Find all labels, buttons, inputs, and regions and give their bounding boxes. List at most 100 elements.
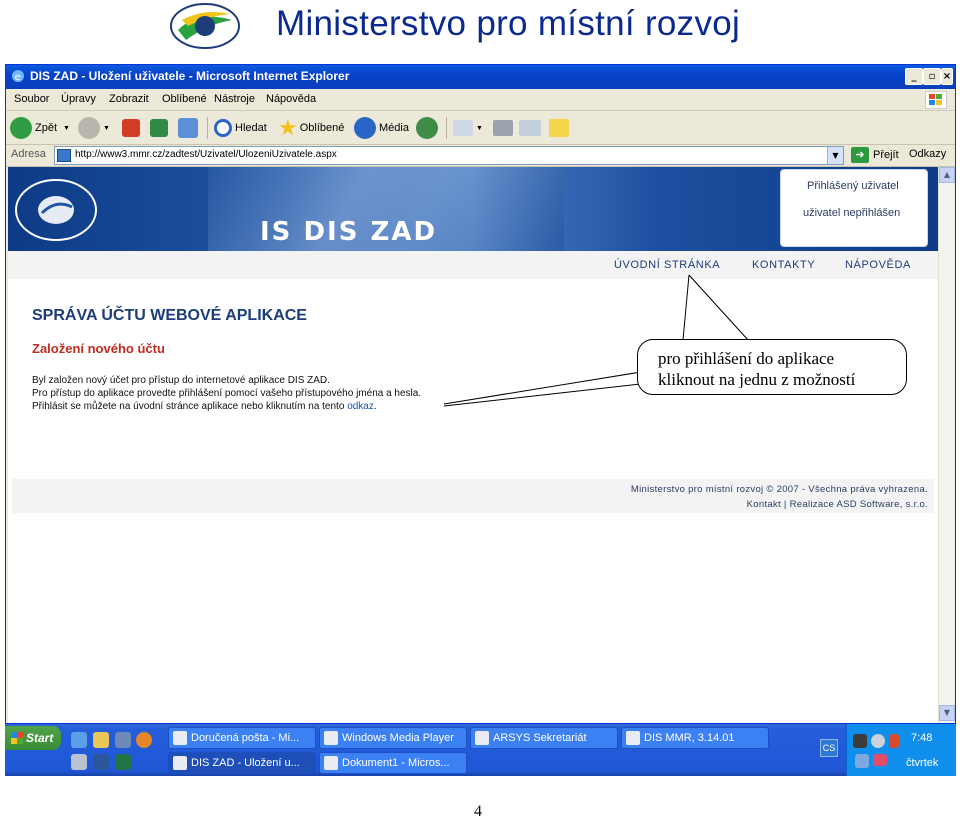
search-label: Hledat: [235, 122, 267, 134]
quicklaunch-ie-icon[interactable]: [71, 732, 87, 748]
annotation-callout: pro přihlášení do aplikace kliknout na j…: [637, 339, 907, 395]
tray-antivirus-icon[interactable]: [889, 734, 899, 748]
document-title: Ministerstvo pro místní rozvoj: [276, 4, 741, 43]
back-button[interactable]: Zpět ▼: [10, 116, 70, 140]
address-bar: Adresa http://www3.mmr.cz/zadtest/Uzivat…: [6, 145, 955, 167]
nav-contacts-link[interactable]: KONTAKTY: [752, 259, 815, 271]
word-icon: [324, 756, 338, 770]
menu-tools[interactable]: Nástroje: [214, 93, 255, 105]
home-icon: [178, 118, 198, 138]
ministry-logo: [170, 3, 240, 49]
search-button[interactable]: Hledat: [214, 116, 267, 140]
page-footer: Ministerstvo pro místní rozvoj © 2007 - …: [12, 479, 934, 513]
close-button[interactable]: ×: [941, 68, 953, 85]
minimize-button[interactable]: _: [905, 68, 923, 85]
links-button[interactable]: Odkazy: [909, 148, 946, 160]
ministry-seal-icon: [15, 179, 97, 241]
scroll-down-icon[interactable]: ▼: [939, 705, 955, 721]
search-icon: [214, 119, 232, 137]
go-label: Přejít: [873, 149, 899, 161]
page-viewport: IS DIS ZAD Přihlášený uživatel uživatel …: [8, 167, 938, 723]
home-button[interactable]: [178, 116, 201, 140]
print-button[interactable]: [493, 116, 516, 140]
dis-mmr-icon: [626, 731, 640, 745]
chevron-down-icon[interactable]: ▼: [827, 147, 843, 164]
media-button[interactable]: Média: [354, 116, 409, 140]
banner-title: IS DIS ZAD: [260, 217, 438, 247]
menu-view[interactable]: Zobrazit: [109, 93, 149, 105]
window-titlebar[interactable]: e DIS ZAD - Uložení uživatele - Microsof…: [6, 65, 955, 89]
callout-line-2: kliknout na jednu z možností: [658, 370, 856, 388]
quicklaunch-word-icon[interactable]: [93, 754, 109, 770]
go-button[interactable]: ➔ Přejít: [851, 147, 899, 163]
user-box: Přihlášený uživatel uživatel nepřihlášen: [780, 169, 928, 247]
page-subheading: Založení nového účtu: [32, 341, 165, 356]
quicklaunch-folder-icon[interactable]: [93, 732, 109, 748]
go-arrow-icon: ➔: [851, 147, 869, 163]
task-dis-mmr[interactable]: DIS MMR, 3.14.01: [621, 727, 769, 749]
start-label: Start: [26, 731, 54, 745]
svg-text:e: e: [15, 72, 21, 83]
address-label: Adresa: [11, 148, 46, 160]
start-button[interactable]: Start: [5, 726, 61, 750]
quicklaunch-doc-icon[interactable]: [71, 754, 87, 770]
quicklaunch-media-icon[interactable]: [136, 732, 152, 748]
address-input[interactable]: http://www3.mmr.cz/zadtest/Uzivatel/Uloz…: [54, 146, 844, 165]
edit-icon: [519, 120, 541, 136]
mail-button[interactable]: ▼: [453, 116, 483, 140]
messenger-button[interactable]: [549, 116, 572, 140]
note-icon: [549, 119, 569, 137]
media-player-icon: [324, 731, 338, 745]
task-outlook[interactable]: Doručená pošta - Mi...: [168, 727, 316, 749]
nav-help-link[interactable]: NÁPOVĚDA: [845, 259, 911, 271]
refresh-icon: [150, 119, 168, 137]
page-heading: SPRÁVA ÚČTU WEBOVÉ APLIKACE: [32, 307, 307, 324]
tray-device-icon[interactable]: [853, 734, 867, 748]
history-button[interactable]: [416, 116, 441, 140]
site-banner: IS DIS ZAD Přihlášený uživatel uživatel …: [8, 167, 938, 251]
mail-icon: [453, 120, 473, 136]
tray-network-icon[interactable]: [871, 734, 885, 748]
tray-speaker-icon[interactable]: [855, 754, 869, 768]
favorites-button[interactable]: ★ Oblíbené: [278, 115, 345, 140]
forward-button[interactable]: ▼: [78, 116, 110, 140]
printer-icon: [493, 120, 513, 136]
task-dis-zad[interactable]: DIS ZAD - Uložení u...: [168, 752, 316, 774]
scroll-up-icon[interactable]: ▲: [939, 167, 955, 183]
star-icon: ★: [278, 115, 298, 140]
task-word-document[interactable]: Dokument1 - Micros...: [319, 752, 467, 774]
menu-edit[interactable]: Úpravy: [61, 93, 96, 105]
menu-file[interactable]: Soubor: [14, 93, 49, 105]
back-arrow-icon: [10, 117, 32, 139]
maximize-button[interactable]: ▫: [923, 68, 941, 85]
task-arsys[interactable]: ARSYS Sekretariát: [470, 727, 618, 749]
menu-favorites[interactable]: Oblíbené: [162, 93, 207, 105]
edit-button[interactable]: [519, 116, 544, 140]
media-label: Média: [379, 122, 409, 134]
menu-bar: Soubor Úpravy Zobrazit Oblíbené Nástroje…: [6, 89, 955, 111]
stop-button[interactable]: [122, 116, 143, 140]
clock-day: čtvrtek: [906, 757, 939, 769]
footer-contact[interactable]: Kontakt | Realizace ASD Software, s.r.o.: [747, 499, 928, 510]
user-box-title: Přihlášený uživatel: [807, 180, 899, 192]
quicklaunch-excel-icon[interactable]: [115, 754, 131, 770]
page-icon: [57, 149, 71, 162]
task-media-player[interactable]: Windows Media Player: [319, 727, 467, 749]
nav-home-link[interactable]: ÚVODNÍ STRÁNKA: [614, 259, 720, 271]
vertical-scrollbar[interactable]: ▲ ▼: [938, 167, 955, 723]
document-header: Ministerstvo pro místní rozvoj: [0, 0, 960, 62]
tray-mail-icon[interactable]: [873, 754, 887, 766]
quicklaunch-network-icon[interactable]: [115, 732, 131, 748]
ie-icon: [173, 756, 187, 770]
callout-line-1: pro přihlášení do aplikace: [658, 349, 835, 368]
paragraph-line-1: Byl založen nový účet pro přístup do int…: [32, 375, 330, 386]
media-icon: [354, 117, 376, 139]
system-tray: 7:48 čtvrtek: [846, 724, 956, 776]
login-link[interactable]: odkaz: [347, 401, 374, 412]
clock-time[interactable]: 7:48: [911, 732, 932, 744]
language-indicator[interactable]: CS: [820, 739, 838, 757]
refresh-button[interactable]: [150, 116, 171, 140]
favorites-label: Oblíbené: [299, 122, 345, 134]
menu-help[interactable]: Nápověda: [266, 93, 316, 105]
paragraph-line-3-text: Přihlásit se můžete na úvodní stránce ap…: [32, 401, 348, 412]
